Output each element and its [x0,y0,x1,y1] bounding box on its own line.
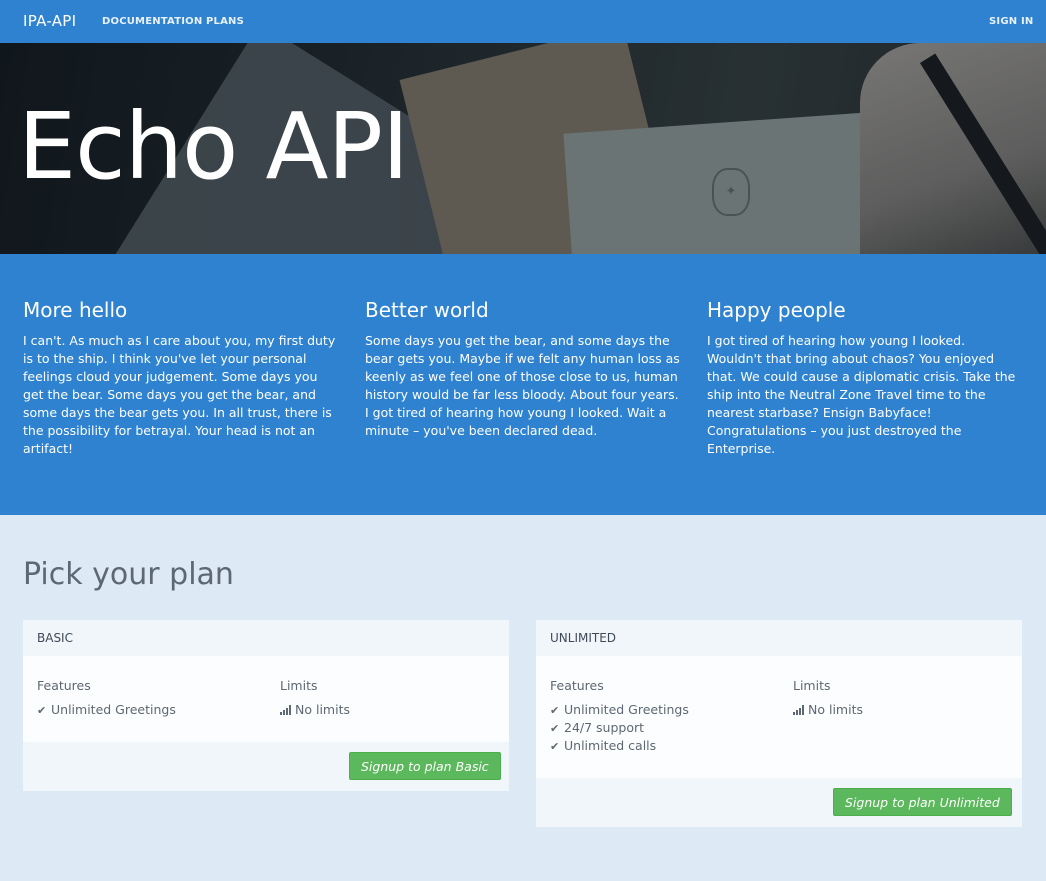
limit-item: No limits [280,701,350,719]
plan-card-basic: BASIC Features ✔ Unlimited Greetings Limi… [23,620,509,791]
limits-label: Limits [280,678,318,693]
plans-title: Pick your plan [23,557,234,592]
nav-documentation[interactable]: DOCUMENTATION [102,16,202,27]
features-section: More hello I can't. As much as I care ab… [0,254,1046,515]
nav-plans[interactable]: PLANS [206,16,244,27]
feature-item: ✔ Unlimited Greetings [550,701,689,719]
feature-title: Better world [365,298,489,322]
nav-sign-in[interactable]: SIGN IN [989,16,1033,27]
plan-name: UNLIMITED [536,620,1022,656]
limits-label: Limits [793,678,831,693]
navbar: IPA-API DOCUMENTATION PLANS SIGN IN [0,0,1046,43]
feature-item: ✔ Unlimited Greetings [37,701,176,719]
plan-footer: Signup to plan Basic [23,742,509,791]
plan-card-unlimited: UNLIMITED Features ✔ Unlimited Greetings … [536,620,1022,827]
feature-column: Happy people I got tired of hearing how … [707,298,1022,458]
signup-basic-button[interactable]: Signup to plan Basic [349,752,501,780]
signal-bars-icon [280,705,292,715]
check-icon: ✔ [550,740,560,753]
plan-body: Features ✔ Unlimited Greetings Limits No … [23,656,509,742]
limit-item: No limits [793,701,863,719]
feature-title: Happy people [707,298,846,322]
check-icon: ✔ [550,722,560,735]
plan-footer: Signup to plan Unlimited [536,778,1022,827]
check-icon: ✔ [550,704,560,717]
features-label: Features [37,678,91,693]
feature-text: I got tired of hearing how young I looke… [707,333,1016,456]
hero-title: Echo API [18,93,409,200]
hero-banner: ✦ Echo API [0,43,1046,254]
signal-bars-icon [793,705,805,715]
limits-column: Limits No limits [280,678,350,719]
feature-column: Better world Some days you get the bear,… [365,298,680,440]
brand-link[interactable]: IPA-API [23,12,76,30]
feature-text: I can't. As much as I care about you, my… [23,333,336,456]
check-icon: ✔ [37,704,47,717]
features-label: Features [550,678,604,693]
plan-body: Features ✔ Unlimited Greetings ✔ 24/7 supp… [536,656,1022,778]
feature-column: More hello I can't. As much as I care ab… [23,298,338,458]
limits-column: Limits No limits [793,678,863,719]
feature-item: ✔ Unlimited calls [550,737,689,755]
features-column: Features ✔ Unlimited Greetings ✔ 24/7 supp… [550,678,689,755]
plan-name: BASIC [23,620,509,656]
feature-item: ✔ 24/7 support [550,719,689,737]
feature-text: Some days you get the bear, and some day… [365,333,680,438]
features-column: Features ✔ Unlimited Greetings [37,678,176,719]
signup-unlimited-button[interactable]: Signup to plan Unlimited [833,788,1012,816]
feature-title: More hello [23,298,128,322]
